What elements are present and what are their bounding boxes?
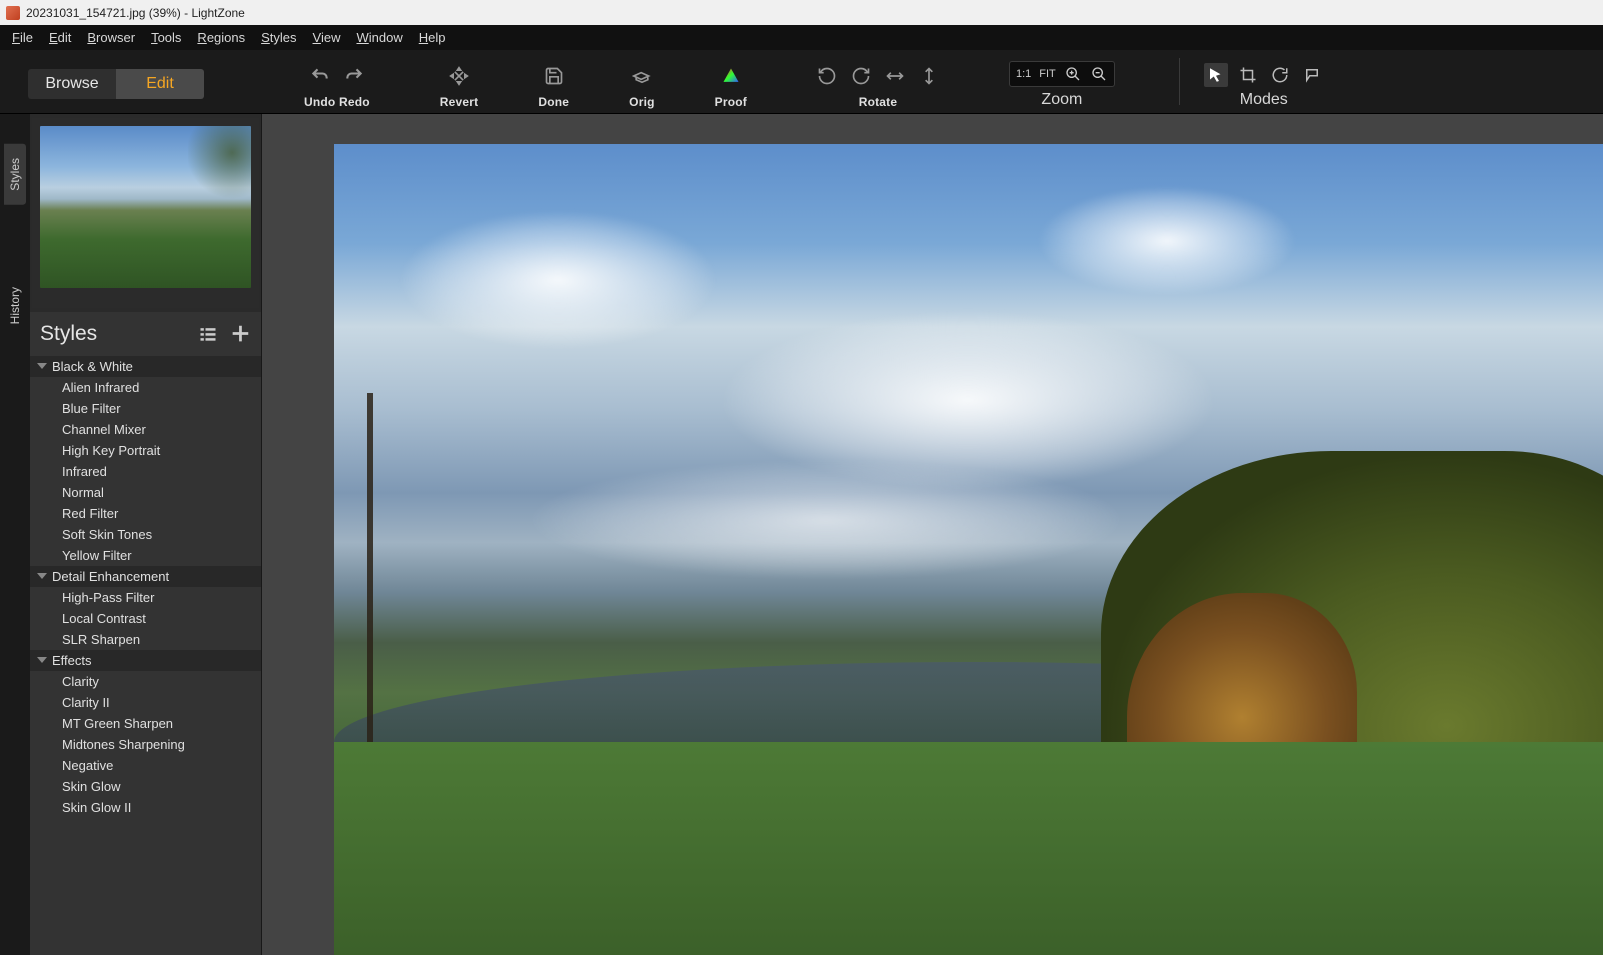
zoom-in-icon[interactable] xyxy=(1064,65,1082,83)
vtab-styles[interactable]: Styles xyxy=(4,144,26,205)
style-item[interactable]: Red Filter xyxy=(30,503,261,524)
toolbar: Browse Edit Undo Redo Revert Done Orig P… xyxy=(0,50,1603,114)
thumbnail-area xyxy=(30,114,261,312)
separator xyxy=(1179,58,1180,105)
done-icon[interactable] xyxy=(544,66,564,86)
zoom-fit-button[interactable]: FIT xyxy=(1039,68,1056,80)
style-item[interactable]: Yellow Filter xyxy=(30,545,261,566)
browse-button[interactable]: Browse xyxy=(28,69,116,99)
mode-pointer-icon[interactable] xyxy=(1204,63,1228,87)
browse-edit-switch: Browse Edit xyxy=(28,50,204,113)
revert-label: Revert xyxy=(440,95,479,109)
style-item[interactable]: Alien Infrared xyxy=(30,377,261,398)
style-item[interactable]: Channel Mixer xyxy=(30,419,261,440)
style-item[interactable]: Soft Skin Tones xyxy=(30,524,261,545)
style-item[interactable]: SLR Sharpen xyxy=(30,629,261,650)
zoom-cluster: 1:1 FIT Zoom xyxy=(1009,50,1115,113)
style-item[interactable]: Local Contrast xyxy=(30,608,261,629)
mode-rotate-icon[interactable] xyxy=(1268,63,1292,87)
style-item[interactable]: Clarity II xyxy=(30,692,261,713)
orig-cluster: Orig xyxy=(629,50,654,113)
revert-cluster: Revert xyxy=(440,50,479,113)
edit-button[interactable]: Edit xyxy=(116,69,204,99)
styles-title: Styles xyxy=(40,322,97,346)
canvas[interactable] xyxy=(262,114,1603,955)
modes-label: Modes xyxy=(1240,91,1288,109)
style-item[interactable]: Skin Glow II xyxy=(30,797,261,818)
done-label: Done xyxy=(538,95,569,109)
modes-cluster: Modes xyxy=(1204,50,1324,113)
main-area: Styles History Styles Black & WhiteAlien… xyxy=(0,114,1603,955)
proof-icon[interactable] xyxy=(720,65,742,87)
style-item[interactable]: MT Green Sharpen xyxy=(30,713,261,734)
thumbnail-image[interactable] xyxy=(40,126,251,288)
style-item[interactable]: Infrared xyxy=(30,461,261,482)
menu-tools[interactable]: Tools xyxy=(143,27,189,48)
style-item[interactable]: Blue Filter xyxy=(30,398,261,419)
window-title: 20231031_154721.jpg (39%) - LightZone xyxy=(26,6,245,20)
side-panel: Styles Black & WhiteAlien InfraredBlue F… xyxy=(30,114,262,955)
style-item[interactable]: High Key Portrait xyxy=(30,440,261,461)
orig-icon[interactable] xyxy=(632,66,652,86)
style-item[interactable]: Midtones Sharpening xyxy=(30,734,261,755)
style-category[interactable]: Black & White xyxy=(30,356,261,377)
menu-window[interactable]: Window xyxy=(348,27,410,48)
vtab-history[interactable]: History xyxy=(4,273,26,338)
flip-vertical-icon[interactable] xyxy=(919,66,939,86)
style-item[interactable]: Normal xyxy=(30,482,261,503)
title-bar: 20231031_154721.jpg (39%) - LightZone xyxy=(0,0,1603,25)
vertical-tabs: Styles History xyxy=(0,114,30,955)
app-icon xyxy=(6,6,20,20)
menu-help[interactable]: Help xyxy=(411,27,454,48)
menu-file[interactable]: File xyxy=(4,27,41,48)
revert-icon[interactable] xyxy=(449,66,469,86)
zoom-out-icon[interactable] xyxy=(1090,65,1108,83)
rotate-left-icon[interactable] xyxy=(817,66,837,86)
style-category[interactable]: Effects xyxy=(30,650,261,671)
orig-label: Orig xyxy=(629,95,654,109)
done-cluster: Done xyxy=(538,50,569,113)
flip-horizontal-icon[interactable] xyxy=(885,66,905,86)
style-item[interactable]: Skin Glow xyxy=(30,776,261,797)
menu-bar: File Edit Browser Tools Regions Styles V… xyxy=(0,25,1603,50)
redo-icon[interactable] xyxy=(344,66,364,86)
rotate-cluster: Rotate xyxy=(817,50,939,113)
styles-list[interactable]: Black & WhiteAlien InfraredBlue FilterCh… xyxy=(30,356,261,955)
style-item[interactable]: High-Pass Filter xyxy=(30,587,261,608)
undo-redo-cluster: Undo Redo xyxy=(304,50,370,113)
proof-label: Proof xyxy=(715,95,747,109)
styles-list-icon[interactable] xyxy=(197,323,219,345)
rotate-right-icon[interactable] xyxy=(851,66,871,86)
styles-add-icon[interactable] xyxy=(229,323,251,345)
zoom-11-button[interactable]: 1:1 xyxy=(1016,68,1031,80)
mode-crop-icon[interactable] xyxy=(1236,63,1260,87)
style-item[interactable]: Negative xyxy=(30,755,261,776)
undo-redo-label: Undo Redo xyxy=(304,95,370,109)
menu-view[interactable]: View xyxy=(305,27,349,48)
menu-regions[interactable]: Regions xyxy=(189,27,253,48)
rotate-label: Rotate xyxy=(859,95,898,109)
style-category[interactable]: Detail Enhancement xyxy=(30,566,261,587)
undo-icon[interactable] xyxy=(310,66,330,86)
menu-styles[interactable]: Styles xyxy=(253,27,304,48)
menu-edit[interactable]: Edit xyxy=(41,27,79,48)
image-view[interactable] xyxy=(334,144,1603,955)
zoom-box: 1:1 FIT xyxy=(1009,61,1115,87)
menu-browser[interactable]: Browser xyxy=(79,27,143,48)
styles-header: Styles xyxy=(30,312,261,356)
style-item[interactable]: Clarity xyxy=(30,671,261,692)
mode-region-icon[interactable] xyxy=(1300,63,1324,87)
proof-cluster: Proof xyxy=(715,50,747,113)
zoom-label: Zoom xyxy=(1041,91,1082,109)
